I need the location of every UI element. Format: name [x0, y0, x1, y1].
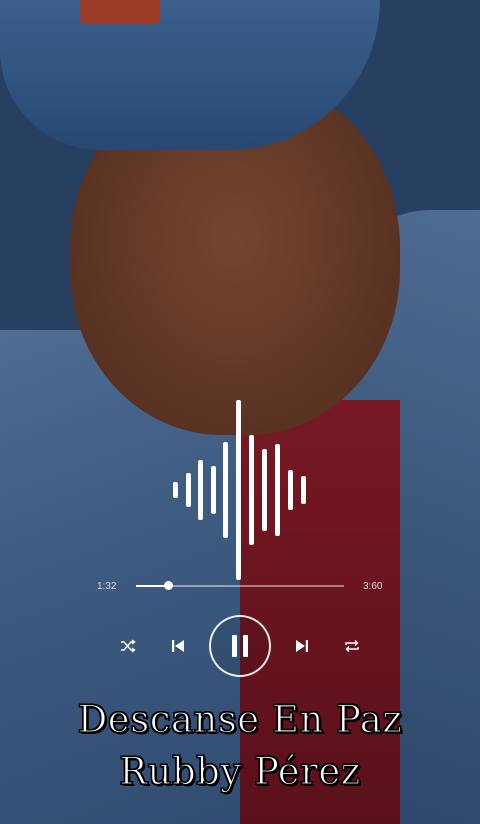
- waveform-bar: [288, 470, 293, 510]
- waveform-bar: [236, 400, 241, 580]
- total-duration: 3:60: [363, 581, 383, 592]
- skip-next-icon: [296, 640, 308, 652]
- progress-thumb[interactable]: [163, 581, 173, 590]
- previous-button[interactable]: [168, 636, 188, 656]
- elapsed-time: 1:32: [97, 581, 117, 592]
- waveform-bar: [301, 476, 306, 504]
- repeat-icon: [345, 640, 359, 652]
- skip-previous-icon: [172, 640, 184, 652]
- waveform-bar: [275, 444, 280, 536]
- waveform-bar: [249, 435, 254, 545]
- audio-waveform: [0, 395, 480, 585]
- shuffle-button[interactable]: [118, 636, 138, 656]
- caption-line-2: Rubby Pérez: [119, 749, 361, 793]
- waveform-bar: [211, 466, 216, 514]
- waveform-bar: [223, 442, 228, 538]
- next-button[interactable]: [292, 636, 312, 656]
- waveform-bar: [186, 473, 191, 507]
- waveform-bar: [262, 449, 267, 531]
- repeat-button[interactable]: [342, 636, 362, 656]
- shuffle-icon: [121, 639, 136, 653]
- pause-icon: [232, 635, 248, 657]
- caption-line-1: Descanse En Paz: [77, 697, 403, 741]
- waveform-bar: [198, 460, 203, 520]
- pause-button[interactable]: [209, 615, 271, 677]
- waveform-bar: [173, 482, 178, 498]
